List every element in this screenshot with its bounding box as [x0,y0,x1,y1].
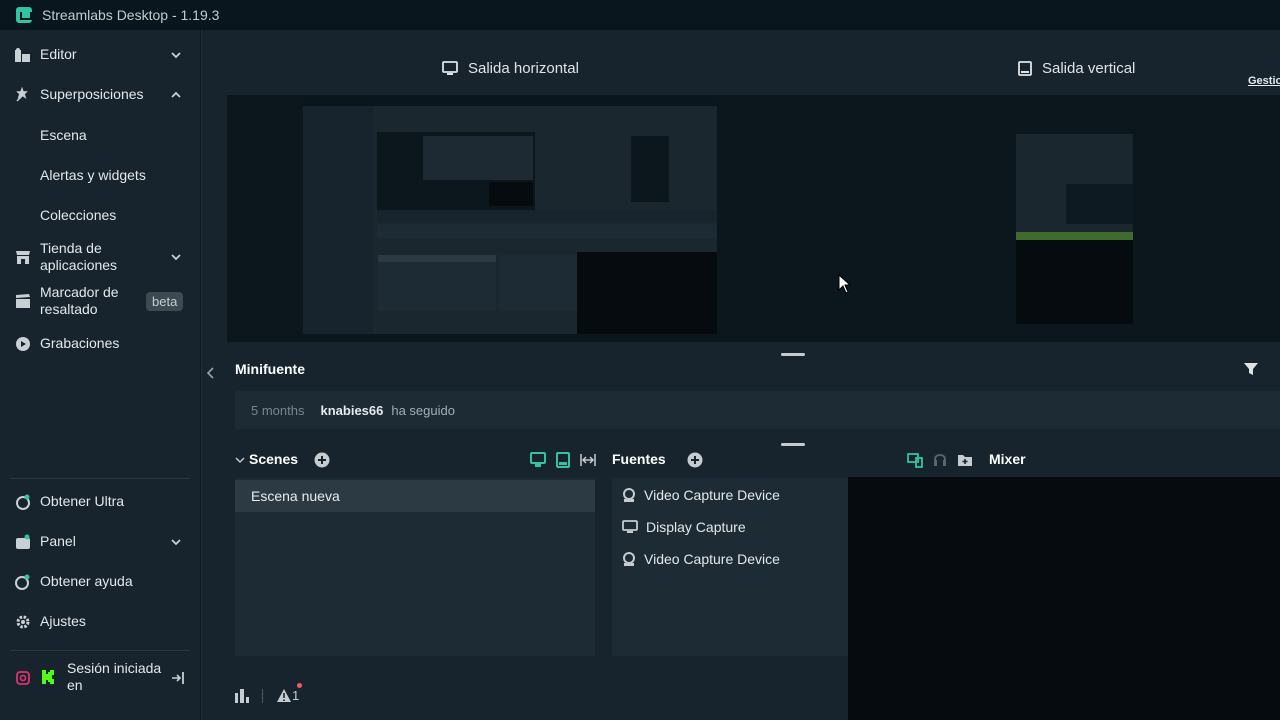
nav-session-label: Sesión iniciada en [67,660,162,693]
dual-output-icon[interactable] [907,452,923,468]
ultra-icon [15,494,31,510]
filter-icon[interactable] [1244,363,1258,376]
nav-recordings-label: Grabaciones [40,335,120,351]
nav-ultra[interactable]: Obtener Ultra [0,493,200,510]
footer-divider [262,689,263,703]
stats-icon[interactable] [234,689,250,703]
chevron-down-icon [171,538,181,545]
source-item-label: Video Capture Device [644,551,780,567]
logout-icon[interactable] [171,671,185,685]
sidebar-divider [10,650,190,651]
warning-icon[interactable] [276,688,292,703]
horizontal-display-icon[interactable] [530,452,546,468]
resize-handle[interactable] [781,443,805,446]
panel-icon [15,534,31,550]
title-bar: Streamlabs Desktop - 1.19.3 [0,0,1280,30]
resize-handle[interactable] [781,353,805,356]
horizontal-output-label: Salida horizontal [468,60,579,77]
nav-editor-label: Editor [40,46,77,62]
store-icon [15,249,31,265]
play-circle-icon [15,336,31,352]
cursor-icon [838,274,852,294]
nav-help-label: Obtener ayuda [40,573,133,589]
alert-count: 1 [292,688,300,703]
beta-badge: beta [146,292,184,311]
source-item[interactable]: Video Capture Device [622,543,780,575]
manage-link[interactable]: Gestio [1248,75,1280,87]
gear-icon [15,614,31,630]
vertical-display-icon[interactable] [556,452,570,468]
nav-settings-label: Ajustes [40,613,86,629]
nav-panel[interactable]: Panel [0,533,200,550]
scenes-panel: Escena nueva [235,478,595,656]
nav-overlays[interactable]: Superposiciones [0,86,200,103]
sources-panel: Video Capture Device Display Capture Vid… [612,478,848,656]
audio-icon[interactable] [932,452,948,468]
sidebar-collapse-strip[interactable] [201,30,219,720]
horizontal-output-header: Salida horizontal [442,60,579,77]
nav-recordings[interactable]: Grabaciones [0,335,200,352]
overlays-icon [15,86,31,103]
event-action: ha seguido [391,402,455,418]
notification-dot [297,683,302,688]
minifeed-event: 5 months knabies66 ha seguido [235,391,1280,429]
transition-icon[interactable] [580,452,596,468]
vertical-output-header: Salida vertical [1018,60,1135,77]
source-item[interactable]: Display Capture [622,511,746,543]
source-item-label: Display Capture [646,519,746,535]
nav-sub-collections[interactable]: Colecciones [40,207,116,223]
source-item[interactable]: Video Capture Device [622,479,780,511]
monitor-icon [442,61,458,75]
vertical-output-label: Salida vertical [1042,60,1136,77]
event-user[interactable]: knabies66 [320,403,383,418]
instagram-icon [15,670,31,686]
mixer-title: Mixer [989,451,1026,467]
nav-session[interactable]: Sesión iniciada en [0,660,200,694]
monitor-icon [622,520,638,533]
minifeed-title: Minifuente [235,361,305,377]
clapperboard-icon [15,293,31,309]
status-footer: 1 [219,670,848,720]
phone-icon [1018,61,1032,76]
event-time: 5 months [251,402,305,418]
chevron-down-icon[interactable] [235,455,245,465]
nav-panel-label: Panel [40,533,76,549]
scenes-title: Scenes [249,451,299,467]
window-title: Streamlabs Desktop - 1.19.3 [42,7,220,23]
nav-highlighter-label: Marcador de resaltado [40,284,119,317]
sources-title: Fuentes [612,451,666,467]
chevron-left-icon[interactable] [205,366,217,380]
nav-ultra-label: Obtener Ultra [40,493,125,509]
editor-icon [15,47,31,63]
nav-sub-alerts-widgets[interactable]: Alertas y widgets [40,167,146,183]
nav-app-store[interactable]: Tienda de aplicaciones [0,240,200,274]
vertical-preview[interactable] [1016,114,1133,324]
nav-app-store-label: Tienda de aplicaciones [40,240,118,273]
add-scene-icon[interactable] [314,452,330,468]
kick-icon [40,669,56,685]
scene-item-label: Escena nueva [251,488,340,504]
chevron-up-icon [171,91,181,98]
chevron-down-icon [171,254,181,261]
webcam-icon [623,552,635,566]
scene-item[interactable]: Escena nueva [235,480,595,512]
main-area: Salida horizontal Salida vertical Gestio… [219,30,1280,720]
sidebar: Editor Superposiciones Escena Alertas y … [0,30,201,720]
horizontal-preview[interactable] [303,98,717,334]
folder-add-icon[interactable] [957,452,973,468]
nav-settings[interactable]: Ajustes [0,613,200,630]
sidebar-divider [10,478,190,479]
chevron-down-icon [171,51,181,58]
nav-sub-scene[interactable]: Escena [40,127,87,143]
webcam-icon [623,488,635,502]
mixer-panel [848,477,1280,720]
nav-overlays-label: Superposiciones [40,86,144,102]
help-icon [15,574,31,590]
source-item-label: Video Capture Device [644,487,780,503]
nav-editor[interactable]: Editor [0,46,200,63]
nav-help[interactable]: Obtener ayuda [0,573,200,590]
streamlabs-logo-icon [16,7,32,23]
add-source-icon[interactable] [687,452,703,468]
